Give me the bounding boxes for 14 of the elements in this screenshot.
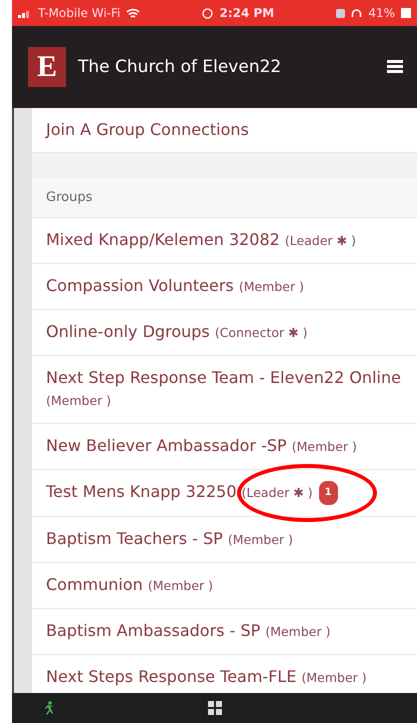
time-label: 2:24 PM	[219, 6, 274, 20]
headphones-icon	[351, 8, 362, 18]
app-title: The Church of Eleven22	[78, 57, 282, 77]
notification-badge: 1	[318, 481, 338, 505]
carrier-label: T-Mobile Wi-Fi	[38, 6, 120, 20]
battery-icon	[401, 8, 411, 18]
grid-icon[interactable]	[208, 701, 222, 715]
wifi-icon	[126, 8, 140, 18]
battery-label: 41%	[368, 6, 395, 20]
logo[interactable]: E	[28, 47, 66, 87]
section-heading: Groups	[32, 178, 417, 218]
signal-icon	[18, 8, 32, 18]
alarm-icon	[202, 8, 214, 18]
lock-icon	[336, 8, 346, 18]
